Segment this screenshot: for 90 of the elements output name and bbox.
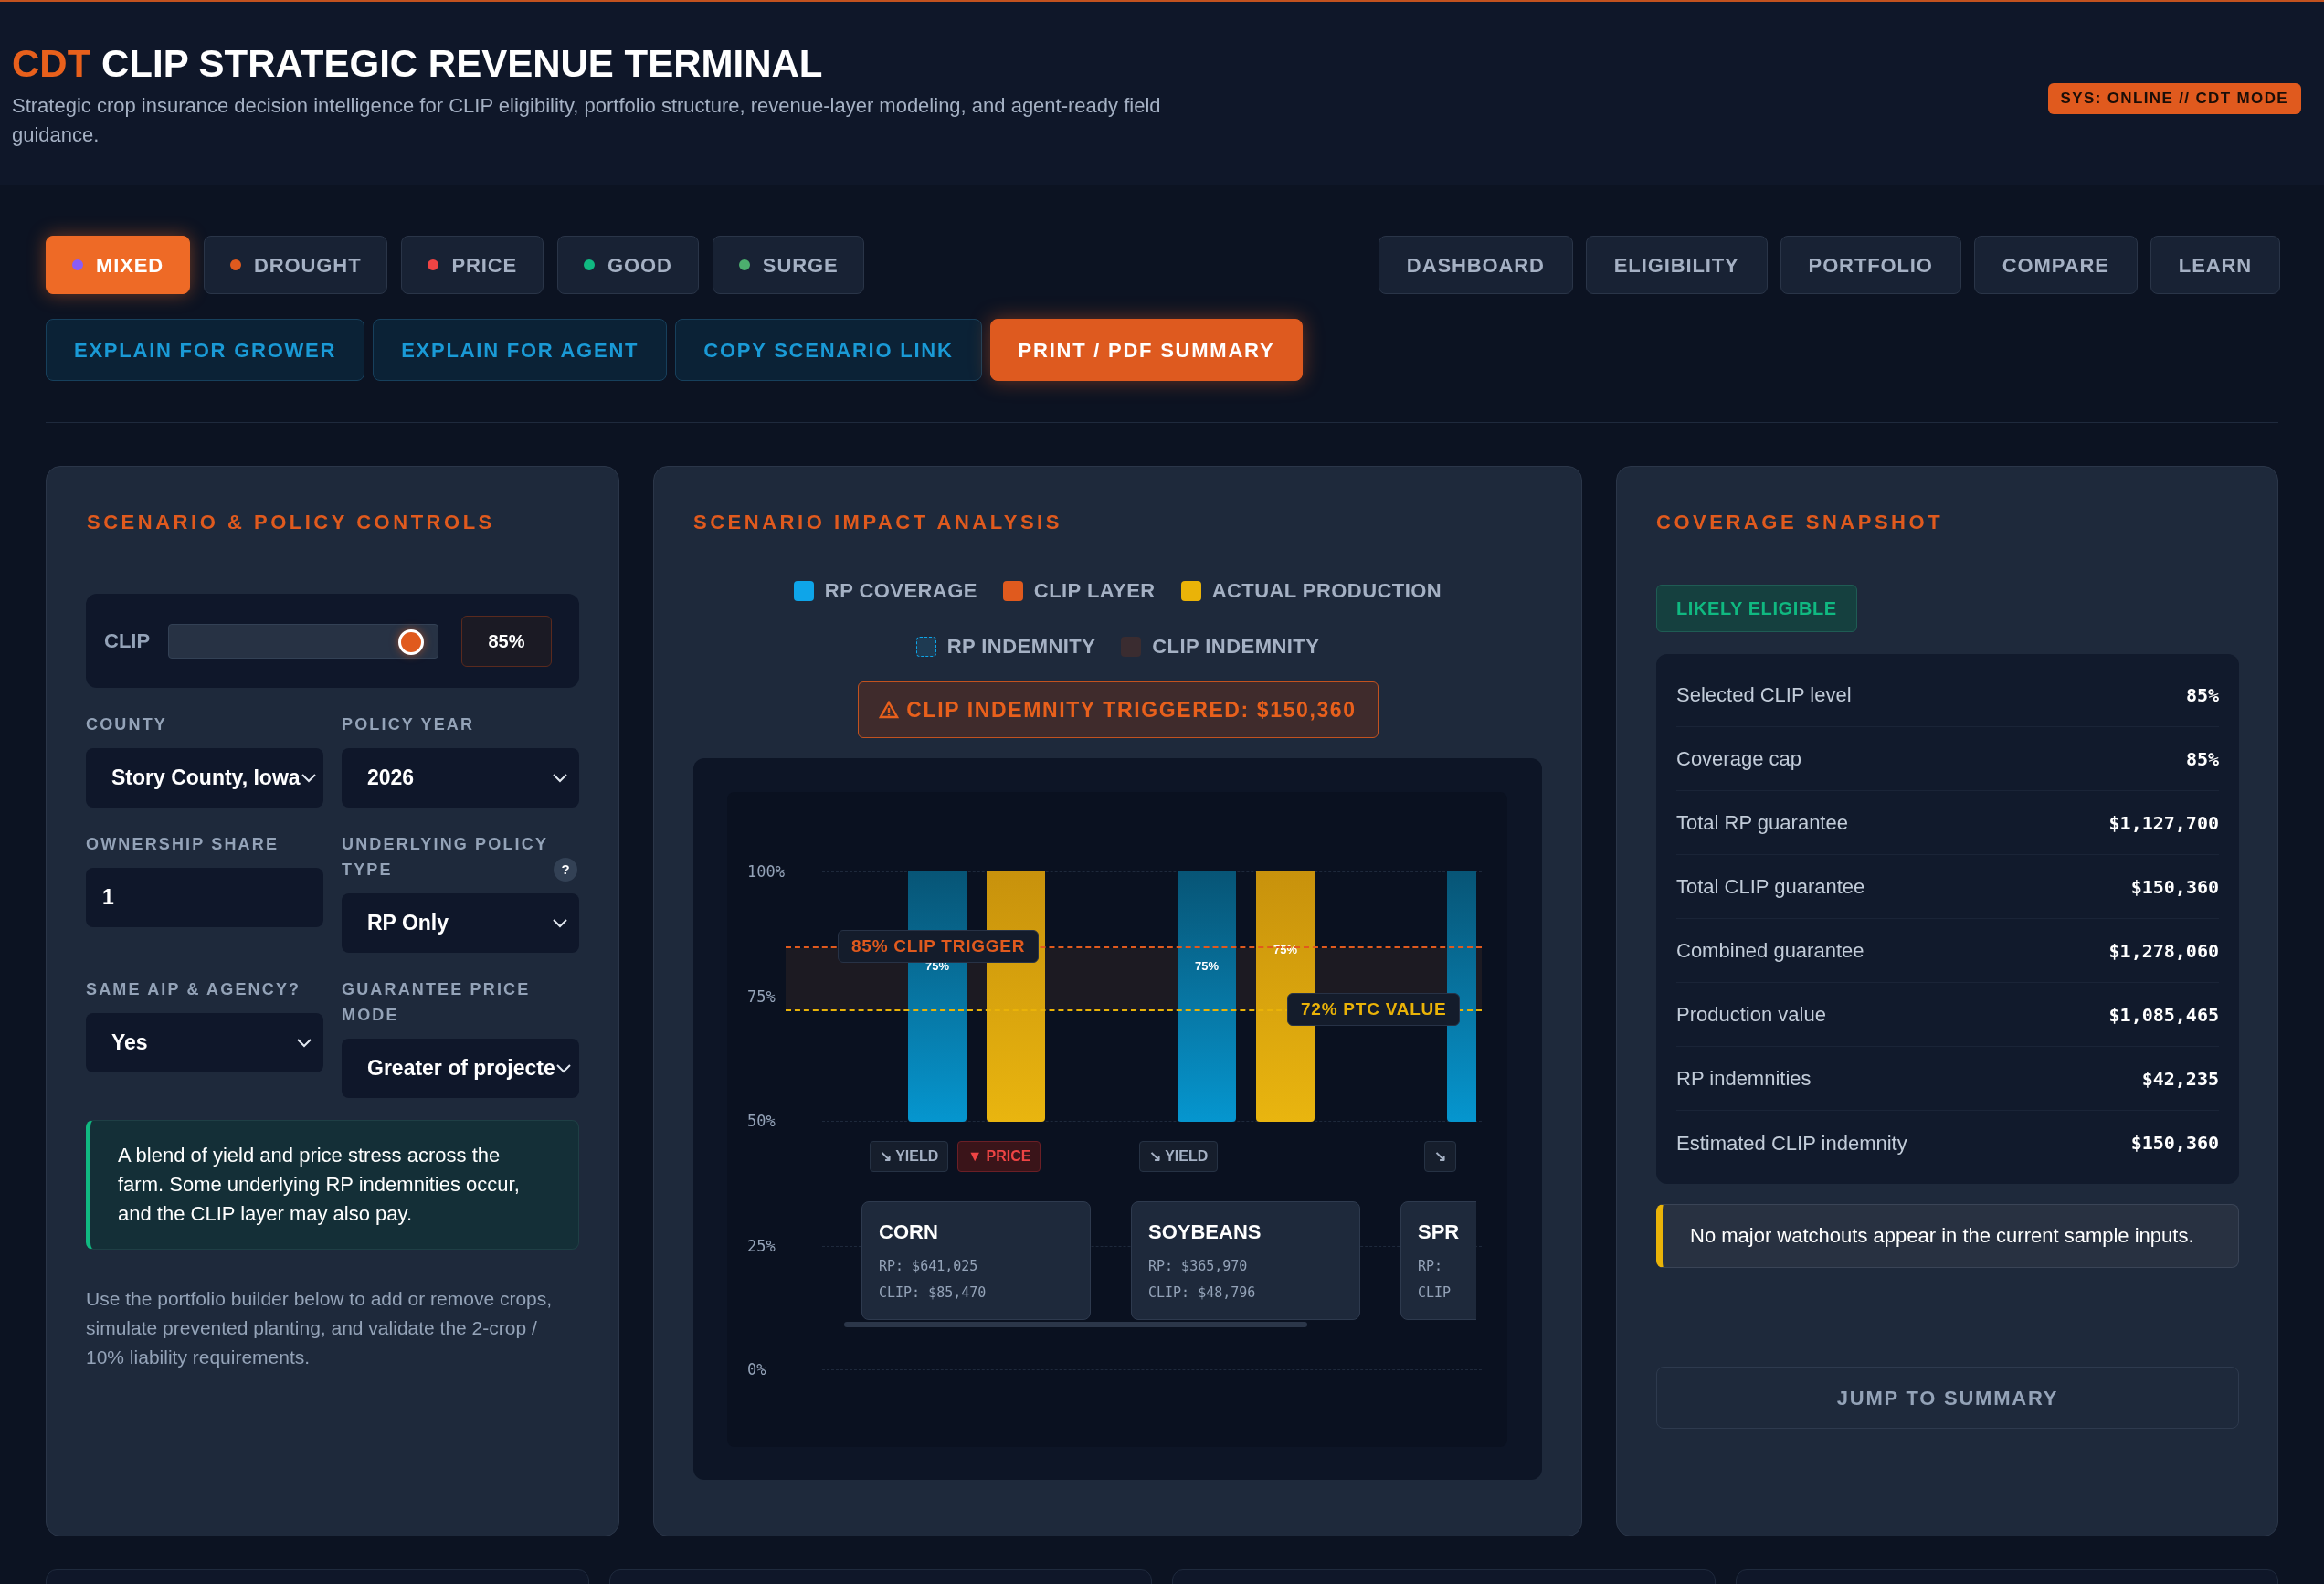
- crop-rp-value: RP: $365,970: [1148, 1257, 1249, 1276]
- legend-label: ACTUAL PRODUCTION: [1211, 578, 1442, 604]
- field-label: POLICY YEAR: [342, 714, 475, 735]
- app-subtitle: Strategic crop insurance decision intelligence for CLIP eligibility, portfolio structure, revenue-layer modeling, and agent-ready field guidance.: [12, 93, 1162, 148]
- panel-title: SCENARIO IMPACT ANALYSIS: [693, 510, 1063, 535]
- help-badge[interactable]: ?: [554, 858, 577, 882]
- summary-value: $1,278,060: [2108, 938, 2219, 964]
- stress-tag: ↘ YIELD: [870, 1141, 949, 1172]
- select-field[interactable]: RP Only: [342, 893, 579, 953]
- chevron-down-icon: [552, 917, 568, 929]
- scenario-chip[interactable]: GOOD: [557, 236, 699, 294]
- watchout-note: No major watchouts appear in the current sample inputs.: [1656, 1204, 2239, 1268]
- summary-value: $150,360: [2130, 1131, 2219, 1156]
- summary-label: Production value: [1676, 1002, 1826, 1028]
- indemnity-alert: CLIP INDEMNITY TRIGGERED: $150,360: [857, 681, 1379, 738]
- crop-name: SPR: [1418, 1220, 1461, 1245]
- scenario-description: A blend of yield and price stress across the farm. Some underlying RP indemnities occur, and the CLIP layer may also pay.: [86, 1120, 579, 1250]
- axis-tick-label: 75%: [747, 987, 776, 1008]
- summary-value: 85%: [2185, 746, 2219, 772]
- scenario-chip[interactable]: SURGE: [712, 236, 865, 294]
- summary-value: 85%: [2185, 682, 2219, 708]
- portfolio-note: Use the portfolio builder below to add or remove crops, simulate prevented planting, and validate the 2-crop / 10% liability requirements.: [86, 1287, 554, 1369]
- action-button[interactable]: EXPLAIN FOR GROWER: [46, 319, 365, 381]
- summary-value: $150,360: [2130, 874, 2219, 900]
- clip-trigger-label: 85% CLIP TRIGGER: [838, 930, 1040, 963]
- crop-rp-value: RP: $641,025: [879, 1257, 979, 1276]
- crop-name: SOYBEANS: [1148, 1220, 1262, 1245]
- summary-label: Combined guarantee: [1676, 938, 1864, 964]
- axis-tick-label: 0%: [747, 1359, 766, 1380]
- input-field[interactable]: 1: [86, 868, 323, 927]
- slider-label: CLIP: [104, 628, 151, 654]
- eligibility-badge: LIKELY ELIGIBLE: [1656, 585, 1857, 632]
- slider-track[interactable]: [168, 623, 439, 659]
- nav-tab[interactable]: COMPARE: [1973, 236, 2138, 294]
- nav-tab[interactable]: ELIGIBILITY: [1585, 236, 1768, 294]
- stress-tag: ▼ PRICE: [957, 1141, 1041, 1172]
- nav-tab[interactable]: PORTFOLIO: [1780, 236, 1961, 294]
- scenario-chip[interactable]: PRICE: [401, 236, 544, 294]
- action-button[interactable]: PRINT / PDF SUMMARY: [989, 319, 1304, 381]
- chevron-down-icon: [300, 772, 317, 784]
- warning-icon: [879, 701, 900, 719]
- summary-label: Coverage cap: [1676, 746, 1801, 772]
- bar-label: 75%: [1195, 958, 1219, 975]
- action-button[interactable]: EXPLAIN FOR AGENT: [373, 319, 668, 381]
- stress-tag: ↘ YIELD: [1139, 1141, 1219, 1172]
- summary-label: RP indemnities: [1676, 1066, 1812, 1092]
- axis-tick-label: 50%: [747, 1111, 776, 1132]
- summary-label: Total RP guarantee: [1676, 810, 1848, 836]
- select-field[interactable]: Story County, Iowa: [86, 748, 323, 808]
- panel-title: SCENARIO & POLICY CONTROLS: [86, 510, 496, 535]
- field-label: COUNTY: [86, 714, 167, 735]
- legend-label: CLIP LAYER: [1033, 578, 1156, 604]
- crop-name: CORN: [879, 1220, 939, 1245]
- crop-clip-value: CLIP: $85,470: [879, 1283, 988, 1303]
- summary-value: $1,085,465: [2108, 1002, 2219, 1028]
- summary-label: Selected CLIP level: [1676, 682, 1852, 708]
- action-button[interactable]: COPY SCENARIO LINK: [675, 319, 982, 381]
- crop-clip-value: CLIP: $48,796: [1148, 1283, 1257, 1303]
- ptc-value-label: 72% PTC VALUE: [1287, 993, 1461, 1026]
- stress-tag: ↘: [1424, 1141, 1456, 1172]
- nav-tab[interactable]: DASHBOARD: [1378, 236, 1573, 294]
- axis-tick-label: 25%: [747, 1236, 776, 1257]
- select-field[interactable]: Greater of projecte: [342, 1039, 579, 1098]
- field-label: UNDERLYING POLICY TYPE: [342, 834, 549, 881]
- chevron-down-icon: [296, 1037, 312, 1049]
- select-field[interactable]: 2026: [342, 748, 579, 808]
- field-label: GUARANTEE PRICE MODE: [342, 979, 532, 1026]
- nav-tab[interactable]: LEARN: [2150, 236, 2280, 294]
- legend-label: RP COVERAGE: [824, 578, 977, 604]
- status-badge: SYS: ONLINE // CDT MODE: [2047, 83, 2301, 114]
- slider-thumb[interactable]: [397, 628, 424, 655]
- app-title: CDT CLIP STRATEGIC REVENUE TERMINAL: [12, 42, 824, 86]
- panel-title: COVERAGE SNAPSHOT: [1656, 510, 1945, 535]
- crop-rp-value: RP:: [1418, 1257, 1444, 1276]
- legend-label: CLIP INDEMNITY: [1152, 634, 1320, 660]
- jump-to-summary-button[interactable]: JUMP TO SUMMARY: [1656, 1367, 2239, 1429]
- summary-label: Estimated CLIP indemnity: [1676, 1130, 1907, 1156]
- summary-value: $42,235: [2141, 1066, 2219, 1092]
- scenario-chip[interactable]: DROUGHT: [204, 236, 388, 294]
- field-label: SAME AIP & AGENCY?: [86, 979, 301, 1000]
- field-label: OWNERSHIP SHARE: [86, 834, 280, 855]
- summary-label: Total CLIP guarantee: [1676, 874, 1865, 900]
- select-field[interactable]: Yes: [86, 1013, 323, 1072]
- slider-value: 85%: [461, 615, 552, 667]
- chevron-down-icon: [552, 772, 568, 784]
- crop-clip-value: CLIP: [1418, 1283, 1452, 1303]
- summary-value: $1,127,700: [2108, 810, 2219, 836]
- legend-label: RP INDEMNITY: [946, 634, 1096, 660]
- axis-tick-label: 100%: [747, 861, 785, 882]
- chevron-down-icon: [555, 1062, 572, 1074]
